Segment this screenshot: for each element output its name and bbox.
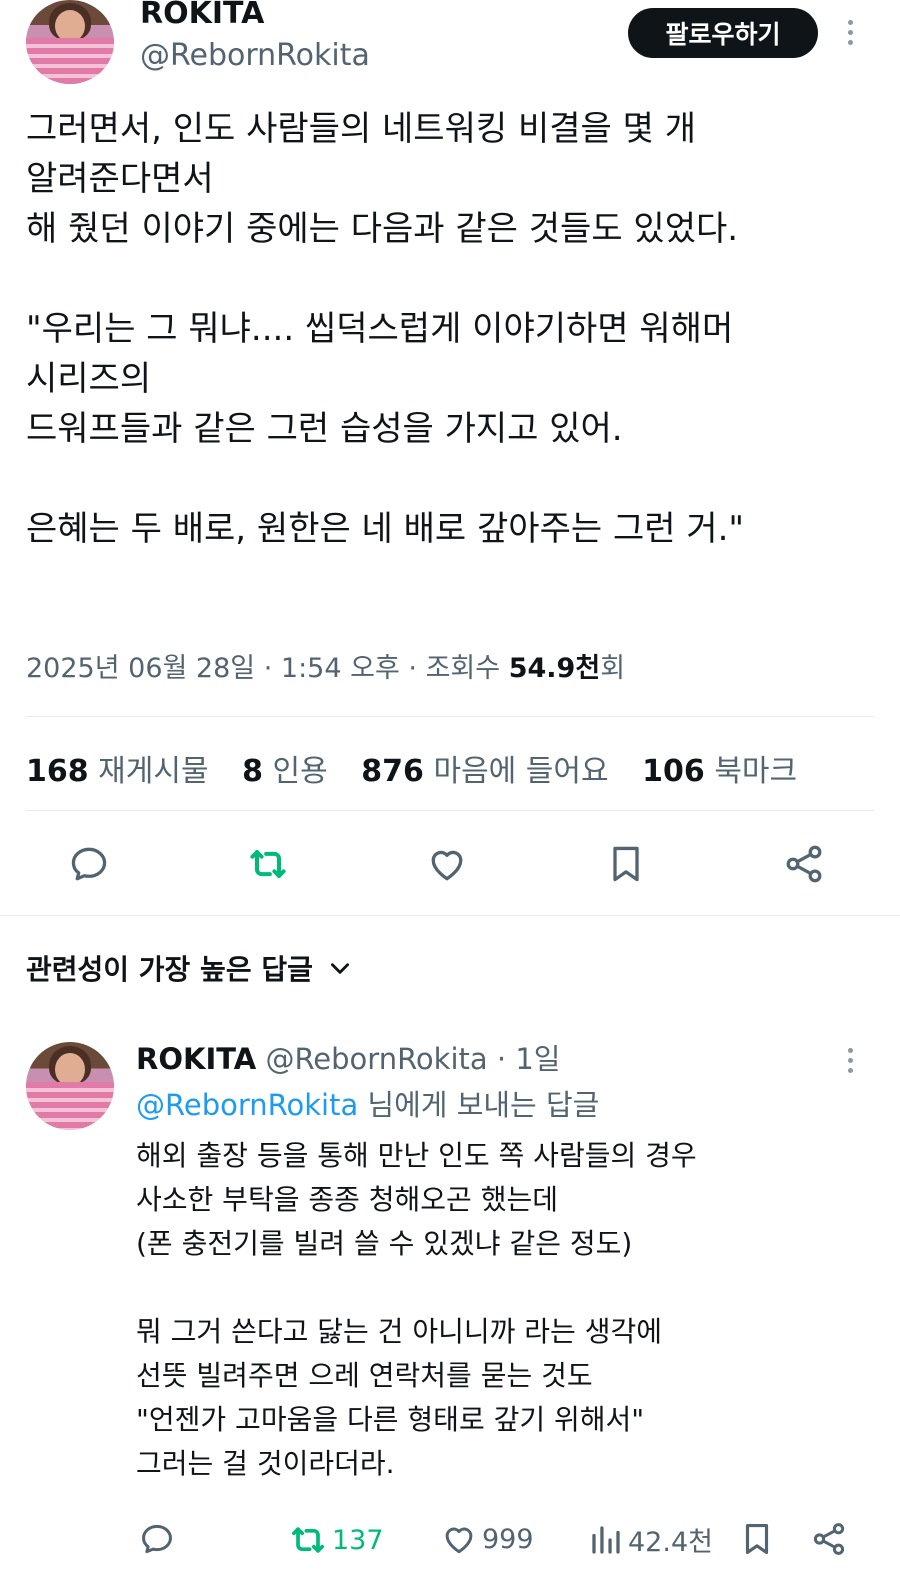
replying-to-suffix: 님에게 보내는 답글 bbox=[358, 1088, 600, 1122]
bookmark-icon[interactable] bbox=[604, 842, 648, 886]
reply-like-button[interactable]: 999 bbox=[440, 1520, 534, 1558]
follow-button[interactable]: 팔로우하기 bbox=[628, 8, 818, 58]
meta-separator: · bbox=[408, 653, 417, 684]
reply-views-count: 42.4천 bbox=[628, 1527, 713, 1558]
stat-bookmarks[interactable]: 106 북마크 bbox=[642, 754, 797, 789]
reply-avatar[interactable] bbox=[26, 1042, 114, 1130]
reply-time[interactable]: · 1일 bbox=[497, 1042, 561, 1076]
reply-icon[interactable] bbox=[67, 842, 111, 886]
tweet-date: 2025년 06월 28일 bbox=[26, 653, 256, 684]
reply-header: ROKITA @RebornRokita · 1일 bbox=[136, 1036, 560, 1078]
tweet-meta: 2025년 06월 28일 · 1:54 오후 · 조회수 54.9천회 bbox=[26, 646, 625, 685]
replying-to-handle[interactable]: @RebornRokita bbox=[136, 1088, 358, 1122]
reply-sort-label: 관련성이 가장 높은 답글 bbox=[26, 953, 313, 986]
retweet-icon bbox=[292, 1527, 324, 1553]
stat-likes[interactable]: 876 마음에 들어요 bbox=[361, 754, 608, 789]
more-options-icon[interactable] bbox=[848, 20, 853, 45]
tweet-text: 그러면서, 인도 사람들의 네트워킹 비결을 몇 개 알려준다면서 해 줬던 이… bbox=[26, 109, 745, 549]
views-icon bbox=[592, 1525, 620, 1554]
chevron-down-icon bbox=[330, 963, 349, 974]
share-icon[interactable] bbox=[782, 842, 826, 886]
author-avatar[interactable] bbox=[26, 0, 114, 84]
share-icon[interactable] bbox=[810, 1520, 848, 1558]
reply-icon[interactable] bbox=[138, 1520, 176, 1558]
reply-author-name[interactable]: ROKITA bbox=[136, 1042, 256, 1076]
reply-text: 해외 출장 등을 통해 만난 인도 쪽 사람들의 경우 사소한 부탁을 종종 청… bbox=[136, 1139, 697, 1480]
divider bbox=[26, 716, 874, 717]
section-divider bbox=[0, 915, 900, 916]
meta-separator: · bbox=[263, 653, 273, 684]
reply-like-count: 999 bbox=[482, 1523, 534, 1555]
retweet-icon[interactable] bbox=[246, 842, 290, 886]
views-label: 조회수 bbox=[425, 653, 501, 684]
reply-views-button[interactable]: 42.4천 bbox=[588, 1520, 713, 1559]
reply-retweet-button[interactable]: 137 bbox=[288, 1520, 384, 1560]
reply-retweet-count: 137 bbox=[332, 1524, 384, 1556]
stat-quotes[interactable]: 8 인용 bbox=[242, 754, 328, 789]
bookmark-icon[interactable] bbox=[738, 1520, 776, 1558]
author-name[interactable]: ROKITA bbox=[140, 0, 264, 31]
replying-to: @RebornRokita 님에게 보내는 답글 bbox=[136, 1082, 599, 1124]
stat-reposts[interactable]: 168 재게시물 bbox=[26, 754, 209, 789]
author-handle[interactable]: @RebornRokita bbox=[140, 38, 370, 73]
reply-author-handle[interactable]: @RebornRokita bbox=[265, 1042, 487, 1076]
divider bbox=[26, 810, 874, 811]
views-value: 54.9천 bbox=[508, 653, 601, 684]
like-icon[interactable] bbox=[425, 842, 469, 886]
views-suffix: 회 bbox=[600, 653, 626, 684]
tweet-time: 1:54 오후 bbox=[280, 653, 400, 684]
reply-more-options-icon[interactable] bbox=[848, 1048, 853, 1073]
reply-actions: 137 999 42.4천 bbox=[0, 1518, 900, 1566]
engagement-stats: 168 재게시물 8 인용 876 마음에 들어요 106 북마크 bbox=[26, 746, 797, 790]
like-icon bbox=[445, 1527, 473, 1554]
tweet-actions bbox=[0, 842, 900, 890]
reply-sort-dropdown[interactable]: 관련성이 가장 높은 답글 bbox=[26, 948, 353, 988]
